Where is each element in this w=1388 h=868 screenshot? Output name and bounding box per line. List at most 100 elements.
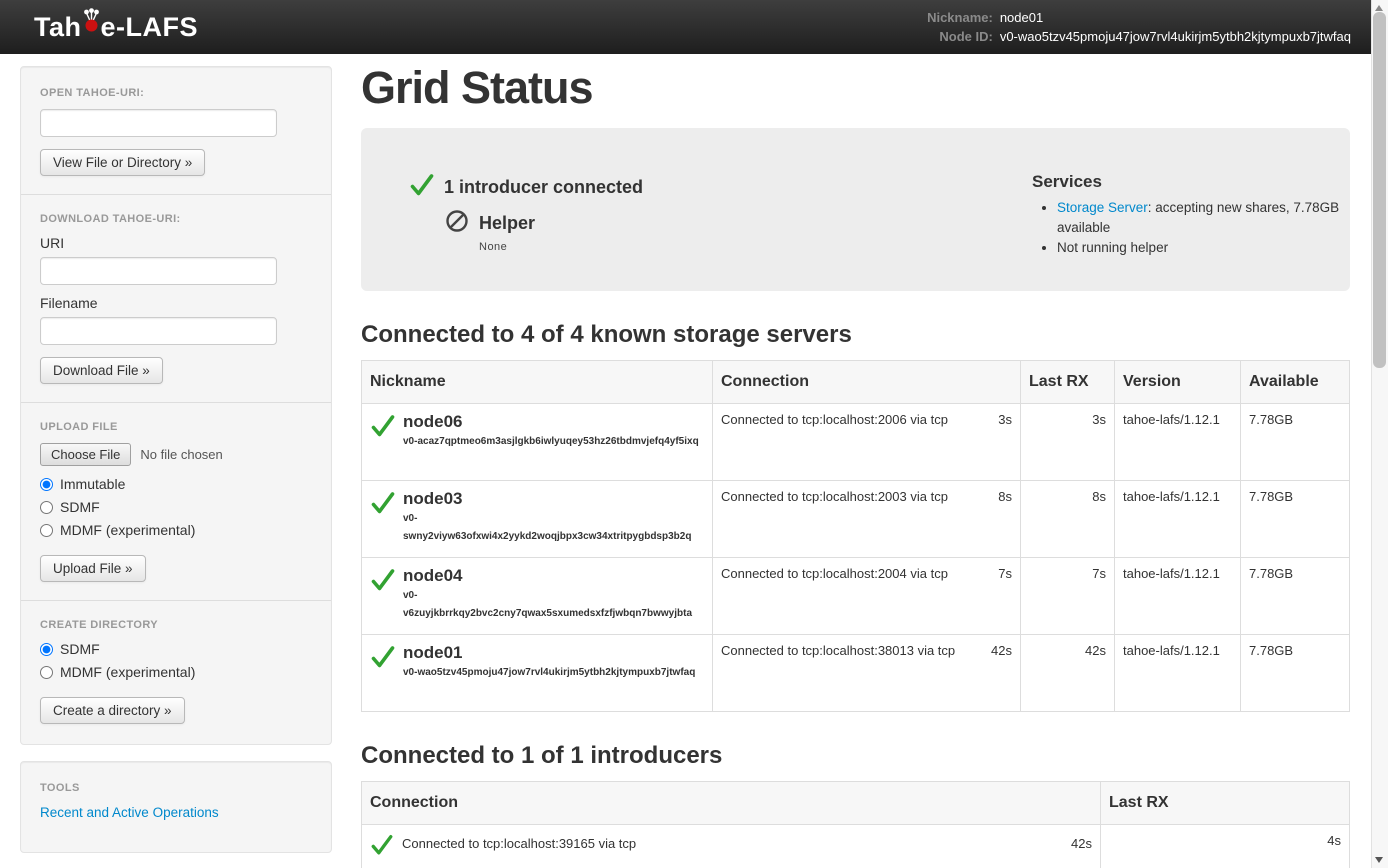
helper-value: None bbox=[479, 241, 1032, 253]
page: Tah e-LAFS Nickname: node01 Node ID: v0-… bbox=[0, 0, 1388, 868]
table-row: node04 v0-v6zuyjkbrrkqy2bvc2cny7qwax5sxu… bbox=[362, 557, 1350, 634]
mkdir-format-sdmf-label: SDMF bbox=[60, 641, 100, 657]
page-title: Grid Status bbox=[361, 62, 1350, 114]
services-column: Services Storage Server: accepting new s… bbox=[1032, 172, 1350, 291]
connection-cell: Connected to tcp:localhost:2003 via tcp8… bbox=[713, 480, 1021, 557]
table-row: node03 v0-swny2viyw63ofxwi4x2yykd2woqjbp… bbox=[362, 480, 1350, 557]
tahoe-sprout-icon bbox=[83, 8, 100, 40]
upload-format-sdmf-radio[interactable] bbox=[40, 501, 53, 514]
status-left-column: 1 introducer connected Helper None bbox=[361, 172, 1032, 291]
upload-format-mdmf-radio[interactable] bbox=[40, 524, 53, 537]
scrollbar-thumb[interactable] bbox=[1373, 12, 1386, 368]
upload-format-immutable-radio[interactable] bbox=[40, 478, 53, 491]
upload-format-sdmf[interactable]: SDMF bbox=[40, 499, 312, 515]
sidebar-divider bbox=[21, 600, 331, 601]
brand-logo: Tah e-LAFS bbox=[34, 11, 198, 43]
download-file-button[interactable]: Download File » bbox=[40, 357, 163, 384]
brand-text-right: e-LAFS bbox=[101, 12, 199, 43]
version-cell: tahoe-lafs/1.12.1 bbox=[1115, 403, 1241, 480]
main-content: Grid Status 1 introducer connected bbox=[361, 54, 1350, 868]
grid-status-summary: 1 introducer connected Helper None Servi… bbox=[361, 128, 1350, 291]
check-icon bbox=[409, 172, 435, 203]
nickname-cell: node03 v0-swny2viyw63ofxwi4x2yykd2woqjbp… bbox=[362, 480, 713, 557]
mkdir-format-mdmf-label: MDMF (experimental) bbox=[60, 664, 195, 680]
file-chosen-status: No file chosen bbox=[140, 447, 222, 462]
introducers-table: Connection Last RX Connected to tcp:loca… bbox=[361, 781, 1350, 868]
mkdir-format-mdmf-radio[interactable] bbox=[40, 666, 53, 679]
last-rx-cell: 42s bbox=[1021, 634, 1115, 711]
service-helper-item: Not running helper bbox=[1057, 238, 1340, 258]
check-icon bbox=[370, 833, 394, 860]
node-id-value: v0-wao5tzv45pmoju47jow7rvl4ukirjm5ytbh2k… bbox=[1000, 29, 1351, 45]
open-uri-section: OPEN TAHOE-URI: View File or Directory » bbox=[40, 87, 312, 176]
upload-file-section: UPLOAD FILE Choose File No file chosen I… bbox=[40, 421, 312, 582]
available-cell: 7.78GB bbox=[1241, 634, 1350, 711]
download-uri-section: DOWNLOAD TAHOE-URI: URI Filename Downloa… bbox=[40, 213, 312, 384]
download-filename-input[interactable] bbox=[40, 317, 277, 345]
services-title: Services bbox=[1032, 172, 1340, 192]
server-node-id: v0-v6zuyjkbrrkqy2bvc2cny7qwax5sxumedsxfz… bbox=[403, 590, 692, 619]
table-row: node01 v0-wao5tzv45pmoju47jow7rvl4ukirjm… bbox=[362, 634, 1350, 711]
upload-format-sdmf-label: SDMF bbox=[60, 499, 100, 515]
upload-file-button[interactable]: Upload File » bbox=[40, 555, 146, 582]
nickname-label: Nickname: bbox=[927, 10, 993, 26]
mkdir-format-sdmf-radio[interactable] bbox=[40, 643, 53, 656]
connection-time: 7s bbox=[998, 566, 1012, 581]
table-row: node06 v0-acaz7qptmeo6m3asjlgkb6iwlyuqey… bbox=[362, 403, 1350, 480]
vertical-scrollbar[interactable] bbox=[1371, 0, 1388, 868]
nickname-value: node01 bbox=[1000, 10, 1351, 26]
create-directory-label: CREATE DIRECTORY bbox=[40, 619, 312, 631]
version-cell: tahoe-lafs/1.12.1 bbox=[1115, 480, 1241, 557]
col-version: Version bbox=[1115, 360, 1241, 403]
connection-cell: Connected to tcp:localhost:38013 via tcp… bbox=[713, 634, 1021, 711]
choose-file-button[interactable]: Choose File bbox=[40, 443, 131, 466]
connection-time: 42s bbox=[1071, 833, 1092, 851]
col-last-rx: Last RX bbox=[1101, 782, 1350, 825]
scroll-up-arrow-icon[interactable] bbox=[1375, 5, 1383, 11]
tools-panel: TOOLS Recent and Active Operations bbox=[20, 761, 332, 853]
sidebar: OPEN TAHOE-URI: View File or Directory »… bbox=[20, 66, 332, 853]
connection-text: Connected to tcp:localhost:39165 via tcp bbox=[402, 833, 1063, 851]
last-rx-cell: 4s bbox=[1101, 825, 1350, 868]
download-uri-input[interactable] bbox=[40, 257, 277, 285]
storage-servers-table: Nickname Connection Last RX Version Avai… bbox=[361, 360, 1350, 712]
last-rx-cell: 3s bbox=[1021, 403, 1115, 480]
no-entry-icon bbox=[445, 209, 469, 238]
helper-title: Helper bbox=[479, 213, 535, 234]
service-storage-item: Storage Server: accepting new shares, 7.… bbox=[1057, 198, 1340, 239]
connection-time: 42s bbox=[991, 643, 1012, 658]
upload-file-label: UPLOAD FILE bbox=[40, 421, 312, 433]
version-cell: tahoe-lafs/1.12.1 bbox=[1115, 557, 1241, 634]
connection-text: Connected to tcp:localhost:2004 via tcp bbox=[721, 566, 948, 581]
sidebar-forms-panel: OPEN TAHOE-URI: View File or Directory »… bbox=[20, 66, 332, 745]
available-cell: 7.78GB bbox=[1241, 480, 1350, 557]
open-uri-input[interactable] bbox=[40, 109, 277, 137]
uri-field-label: URI bbox=[40, 235, 312, 251]
introducer-status: 1 introducer connected bbox=[409, 172, 1032, 203]
nickname-cell: node06 v0-acaz7qptmeo6m3asjlgkb6iwlyuqey… bbox=[362, 403, 713, 480]
connection-time: 3s bbox=[998, 412, 1012, 427]
mkdir-format-mdmf[interactable]: MDMF (experimental) bbox=[40, 664, 312, 680]
open-uri-label: OPEN TAHOE-URI: bbox=[40, 87, 312, 99]
file-picker: Choose File No file chosen bbox=[40, 443, 312, 466]
services-list: Storage Server: accepting new shares, 7.… bbox=[1032, 198, 1340, 259]
col-available: Available bbox=[1241, 360, 1350, 403]
upload-format-mdmf[interactable]: MDMF (experimental) bbox=[40, 522, 312, 538]
server-node-id: v0-acaz7qptmeo6m3asjlgkb6iwlyuqey53hz26t… bbox=[403, 436, 699, 447]
server-nickname: node06 bbox=[403, 412, 463, 431]
mkdir-format-sdmf[interactable]: SDMF bbox=[40, 641, 312, 657]
recent-operations-link[interactable]: Recent and Active Operations bbox=[40, 805, 219, 820]
filename-field-label: Filename bbox=[40, 295, 312, 311]
connection-text: Connected to tcp:localhost:2006 via tcp bbox=[721, 412, 948, 427]
view-file-button[interactable]: View File or Directory » bbox=[40, 149, 205, 176]
upload-format-immutable[interactable]: Immutable bbox=[40, 476, 312, 492]
create-directory-button[interactable]: Create a directory » bbox=[40, 697, 185, 724]
check-icon bbox=[370, 567, 396, 596]
col-last-rx: Last RX bbox=[1021, 360, 1115, 403]
available-cell: 7.78GB bbox=[1241, 403, 1350, 480]
storage-server-link[interactable]: Storage Server bbox=[1057, 200, 1148, 215]
scroll-down-arrow-icon[interactable] bbox=[1375, 857, 1383, 863]
download-uri-label: DOWNLOAD TAHOE-URI: bbox=[40, 213, 312, 225]
nickname-cell: node01 v0-wao5tzv45pmoju47jow7rvl4ukirjm… bbox=[362, 634, 713, 711]
check-icon bbox=[370, 644, 396, 673]
